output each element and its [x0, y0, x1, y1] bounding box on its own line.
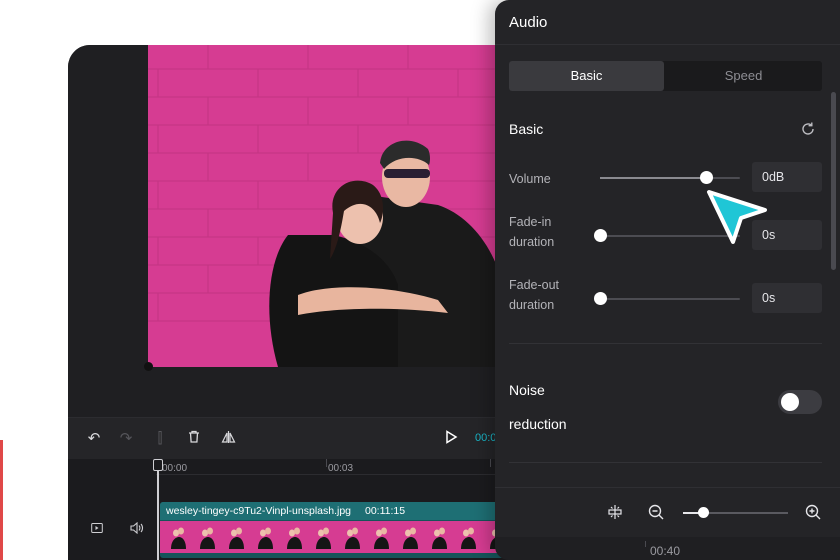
- ruler-tickline: [326, 459, 327, 467]
- clip-filename: wesley-tingey-c9Tu2-Vinpl-unsplash.jpg: [166, 505, 352, 517]
- zoom-controls: [495, 487, 840, 537]
- noise-reduction-toggle[interactable]: [778, 390, 822, 414]
- volume-label: Volume: [509, 172, 551, 186]
- track-controls: [88, 521, 158, 543]
- clip-frame-thumbnail: [171, 527, 186, 549]
- reset-icon[interactable]: [799, 120, 817, 138]
- mouse-pointer-icon: [707, 190, 767, 244]
- noise-label-line1: Noise: [509, 382, 545, 398]
- clip-duration: 00:11:15: [365, 505, 406, 517]
- split-icon[interactable]: ⫿: [151, 430, 169, 448]
- tab-speed[interactable]: Speed: [665, 61, 822, 91]
- editor-edge-accent: [0, 440, 3, 560]
- clip-frame-thumbnail: [287, 527, 302, 549]
- clip-frame-thumbnail: [374, 527, 389, 549]
- clip-frame-thumbnail: [258, 527, 273, 549]
- clip-frame-thumbnail: [432, 527, 447, 549]
- tab-basic[interactable]: Basic: [509, 61, 664, 91]
- bottom-time-ruler: 00:40: [495, 537, 840, 560]
- tab-switcher: Basic Speed: [509, 61, 822, 91]
- mirror-icon[interactable]: [219, 430, 237, 448]
- zoom-in-icon[interactable]: [804, 503, 822, 521]
- playhead[interactable]: [157, 459, 159, 560]
- clip-frame-thumbnail: [461, 527, 476, 549]
- clip-frame-thumbnail: [345, 527, 360, 549]
- ruler-tick: 00:03: [328, 463, 354, 474]
- noise-label-line2: reduction: [509, 416, 567, 432]
- section-divider: [509, 343, 822, 344]
- fade-in-label-line1: Fade-in: [509, 215, 552, 229]
- volume-slider-knob[interactable]: [700, 171, 714, 184]
- trash-icon[interactable]: [185, 430, 203, 448]
- video-preview[interactable]: [148, 45, 503, 367]
- ruler-tick: 00:00: [162, 463, 188, 474]
- zoom-out-icon[interactable]: [647, 503, 665, 521]
- playhead-handle[interactable]: [153, 459, 163, 471]
- speaker-icon[interactable]: [128, 521, 146, 539]
- play-icon[interactable]: [442, 430, 460, 448]
- undo-icon[interactable]: ↶: [85, 430, 103, 448]
- clip-frame-thumbnail: [200, 527, 215, 549]
- screenshot-stage: ↶ ↷ ⫿ 00:0 00:00 00:03 wesley-tingey-c9T…: [0, 0, 840, 560]
- fade-out-label-line1: Fade-out: [509, 278, 560, 292]
- zoom-slider[interactable]: [683, 507, 788, 518]
- fade-out-label: Fade-out duration: [509, 275, 559, 315]
- volume-slider[interactable]: [600, 171, 740, 184]
- fade-out-slider[interactable]: [594, 292, 740, 305]
- clip-frame-thumbnail: [316, 527, 331, 549]
- clip-frame-thumbnail: [229, 527, 244, 549]
- volume-slider-fill: [600, 177, 707, 179]
- resize-handle[interactable]: [144, 362, 153, 371]
- panel-divider: [495, 44, 840, 45]
- preview-photo: [148, 45, 503, 367]
- toggle-knob: [781, 393, 799, 411]
- section-divider: [509, 462, 822, 463]
- clip-frame-thumbnail: [403, 527, 418, 549]
- fade-out-value-field[interactable]: 0s: [752, 283, 822, 313]
- zoom-slider-knob[interactable]: [698, 507, 709, 518]
- fade-in-slider-knob[interactable]: [594, 229, 607, 242]
- audio-panel: Audio Basic Speed Basic Volume 0dB Fade-…: [495, 0, 840, 560]
- ruler-tickline: [645, 541, 646, 547]
- panel-scrollbar[interactable]: [831, 92, 836, 270]
- fade-out-slider-knob[interactable]: [594, 292, 607, 305]
- redo-icon[interactable]: ↷: [117, 430, 135, 448]
- ruler-tickline: [490, 459, 491, 467]
- bottom-time: 00:40: [650, 544, 681, 558]
- fade-out-label-line2: duration: [509, 298, 555, 312]
- section-title-basic: Basic: [509, 121, 544, 137]
- fade-in-label: Fade-in duration: [509, 212, 554, 252]
- fade-in-label-line2: duration: [509, 235, 555, 249]
- video-track-icon[interactable]: [88, 521, 106, 539]
- snap-icon[interactable]: [606, 503, 624, 521]
- panel-title: Audio: [509, 14, 548, 31]
- noise-reduction-label: Noise reduction: [509, 373, 599, 441]
- current-time: 00:0: [475, 432, 497, 444]
